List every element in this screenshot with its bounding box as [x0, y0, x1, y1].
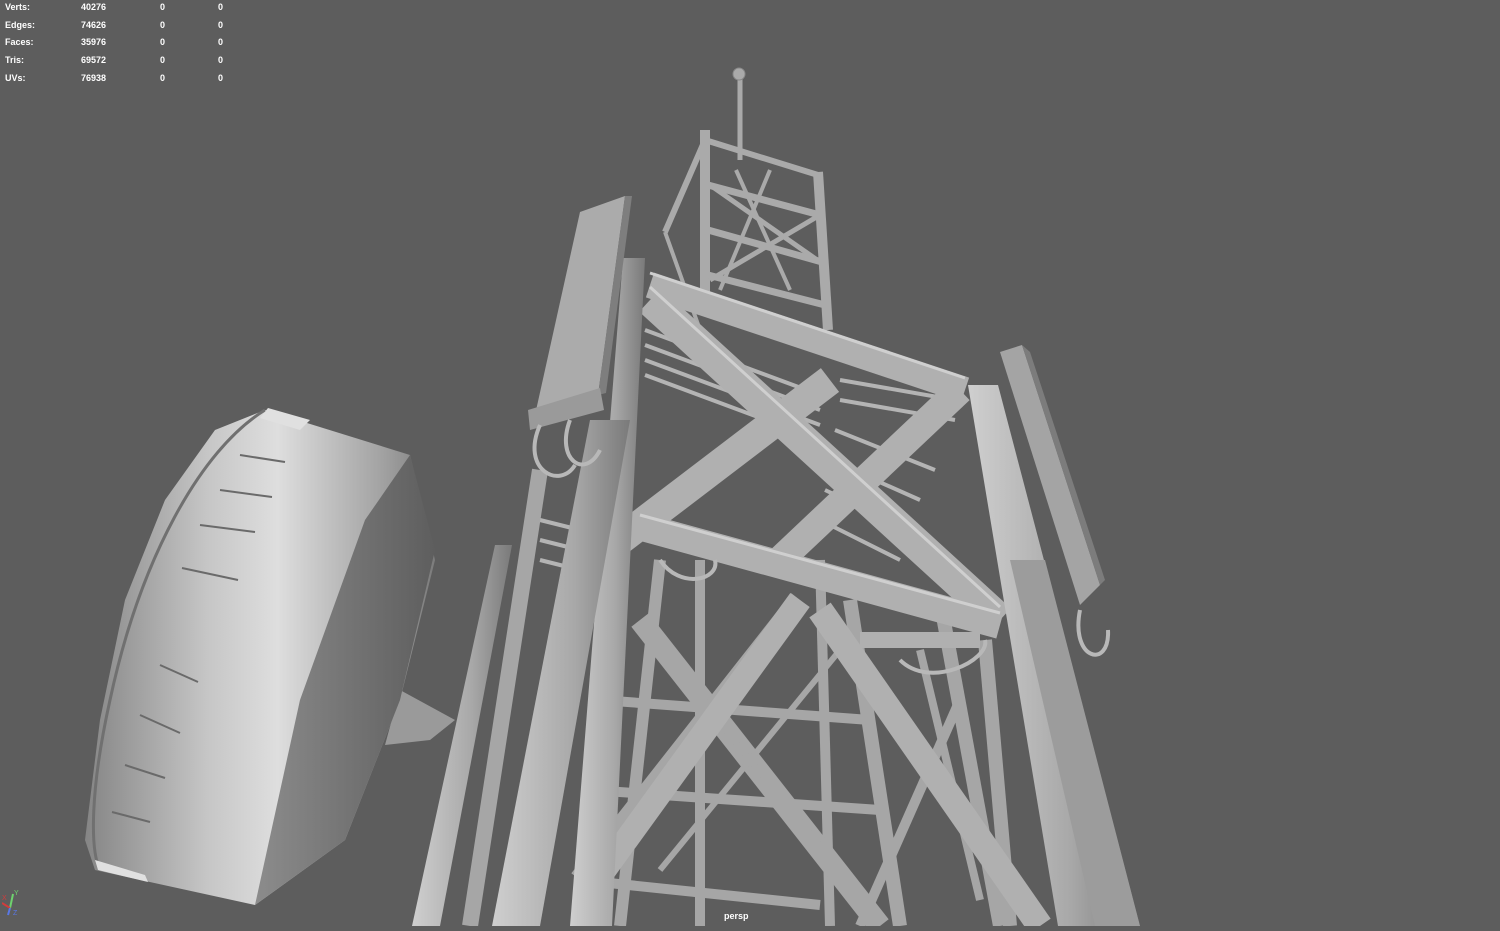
hud-value: 0: [218, 37, 224, 48]
camera-name-label: persp: [724, 911, 749, 921]
hud-value: 35976: [81, 37, 107, 48]
hud-value: 76938: [81, 72, 107, 83]
hud-value: 0: [218, 19, 224, 30]
3d-viewport[interactable]: [0, 0, 1500, 931]
hud-label: Tris:: [5, 55, 25, 66]
hud-value: 0: [218, 72, 224, 83]
hud-value: 74626: [81, 19, 107, 30]
hud-value: 0: [160, 37, 166, 48]
axis-x-label: X: [2, 895, 7, 902]
dish-antenna: [85, 408, 455, 905]
hud-label: Faces:: [5, 37, 34, 48]
hud-label: UVs:: [5, 72, 26, 83]
hud-value: 69572: [81, 55, 107, 66]
hud-value: 0: [160, 19, 166, 30]
hud-value: 0: [160, 72, 166, 83]
axis-gizmo-icon: Y X Z: [1, 888, 26, 917]
tower-model[interactable]: [0, 0, 1500, 931]
hud-value: 0: [218, 2, 224, 12]
hud-value: 0: [218, 55, 224, 66]
axis-y-label: Y: [14, 890, 19, 897]
axis-z-label: Z: [13, 910, 18, 916]
hud-label: Edges:: [5, 19, 36, 30]
hud-value: 40276: [81, 2, 107, 12]
hud-value: 0: [160, 55, 166, 66]
hud-value: 0: [160, 2, 166, 12]
hud-label: Verts:: [5, 2, 31, 12]
